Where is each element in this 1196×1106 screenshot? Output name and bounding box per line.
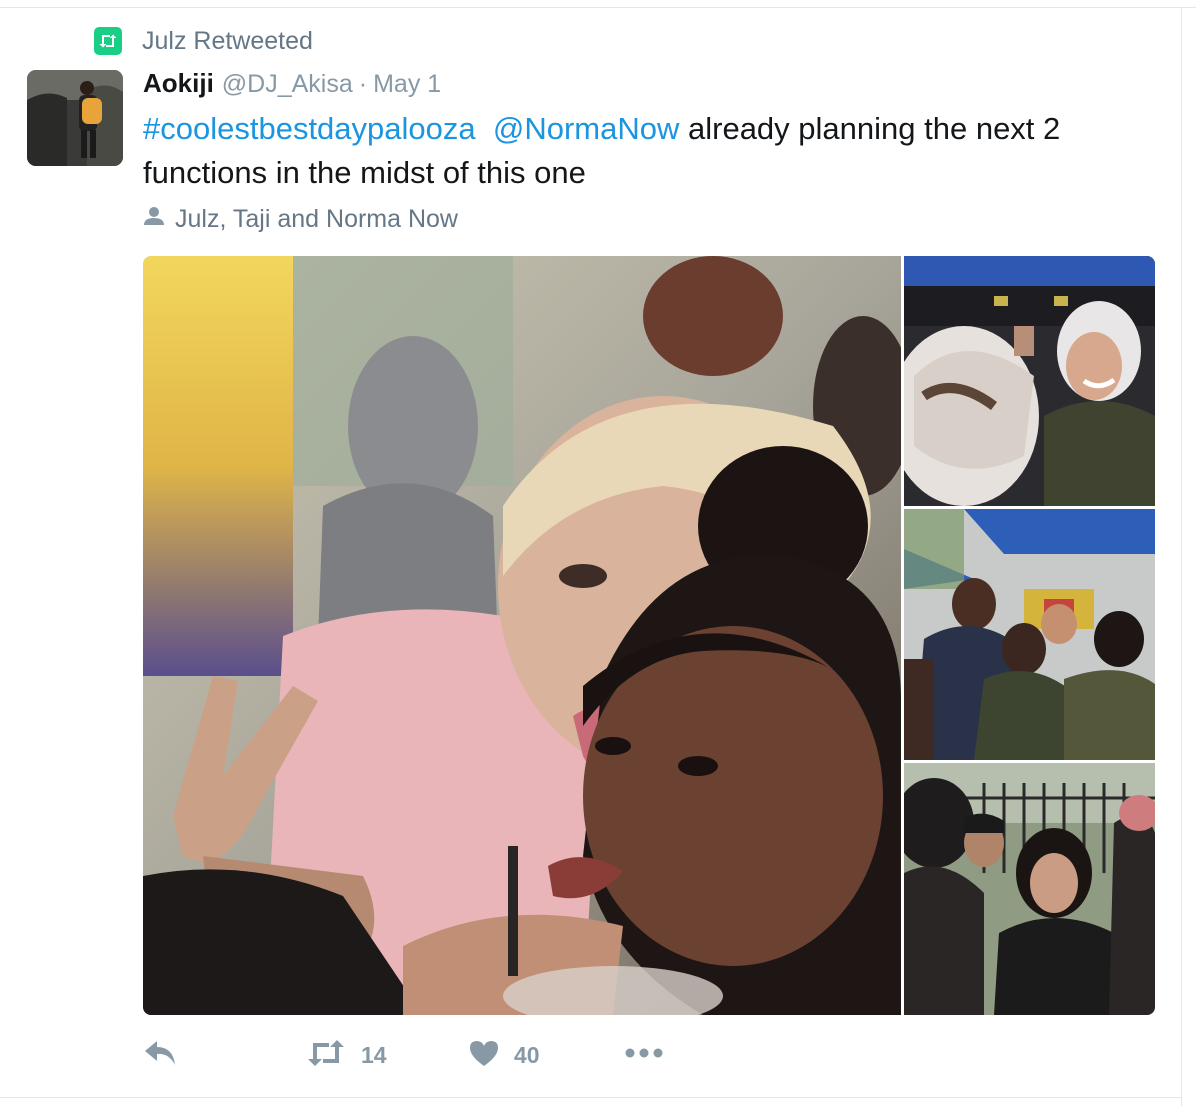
media-grid xyxy=(143,256,1155,1015)
right-divider xyxy=(1181,8,1182,1106)
more-icon xyxy=(625,1046,663,1064)
tagged-users[interactable]: Julz, Taji and Norma Now xyxy=(143,202,458,236)
retweet-count: 14 xyxy=(361,1041,387,1068)
author-username[interactable]: @DJ_Akisa xyxy=(222,70,353,99)
mention-link[interactable]: @NormaNow xyxy=(493,111,680,146)
header-separator: · xyxy=(358,70,368,98)
tweet-header: Aokiji @DJ_Akisa · May 1 xyxy=(143,68,441,104)
retweeter-link[interactable]: Julz Retweeted xyxy=(142,27,313,56)
like-count: 40 xyxy=(514,1041,540,1068)
like-button[interactable]: 40 xyxy=(468,1032,540,1078)
person-icon xyxy=(143,205,165,234)
photo-thumbnail-2[interactable] xyxy=(904,509,1155,760)
tagged-users-label: Julz, Taji and Norma Now xyxy=(175,204,458,233)
author-name[interactable]: Aokiji xyxy=(143,68,214,99)
reply-button[interactable] xyxy=(143,1032,177,1078)
tweet-timestamp[interactable]: May 1 xyxy=(373,70,441,99)
more-button[interactable] xyxy=(625,1032,663,1078)
hashtag-link[interactable]: #coolestbestdaypalooza xyxy=(143,111,476,146)
retweet-button[interactable]: 14 xyxy=(305,1032,387,1078)
photo-main[interactable] xyxy=(143,256,901,1015)
heart-icon xyxy=(468,1039,500,1072)
retweet-icon xyxy=(305,1039,347,1072)
top-divider xyxy=(0,0,1196,8)
reply-icon xyxy=(143,1039,177,1072)
tweet-text: #coolestbestdaypalooza @NormaNow already… xyxy=(143,107,1143,195)
retweet-context: Julz Retweeted xyxy=(94,26,313,56)
avatar[interactable] xyxy=(27,70,123,166)
photo-thumbnail-3[interactable] xyxy=(904,763,1155,1015)
retweet-badge-icon xyxy=(94,27,122,55)
bottom-divider xyxy=(0,1097,1182,1098)
photo-thumbnail-1[interactable] xyxy=(904,256,1155,506)
